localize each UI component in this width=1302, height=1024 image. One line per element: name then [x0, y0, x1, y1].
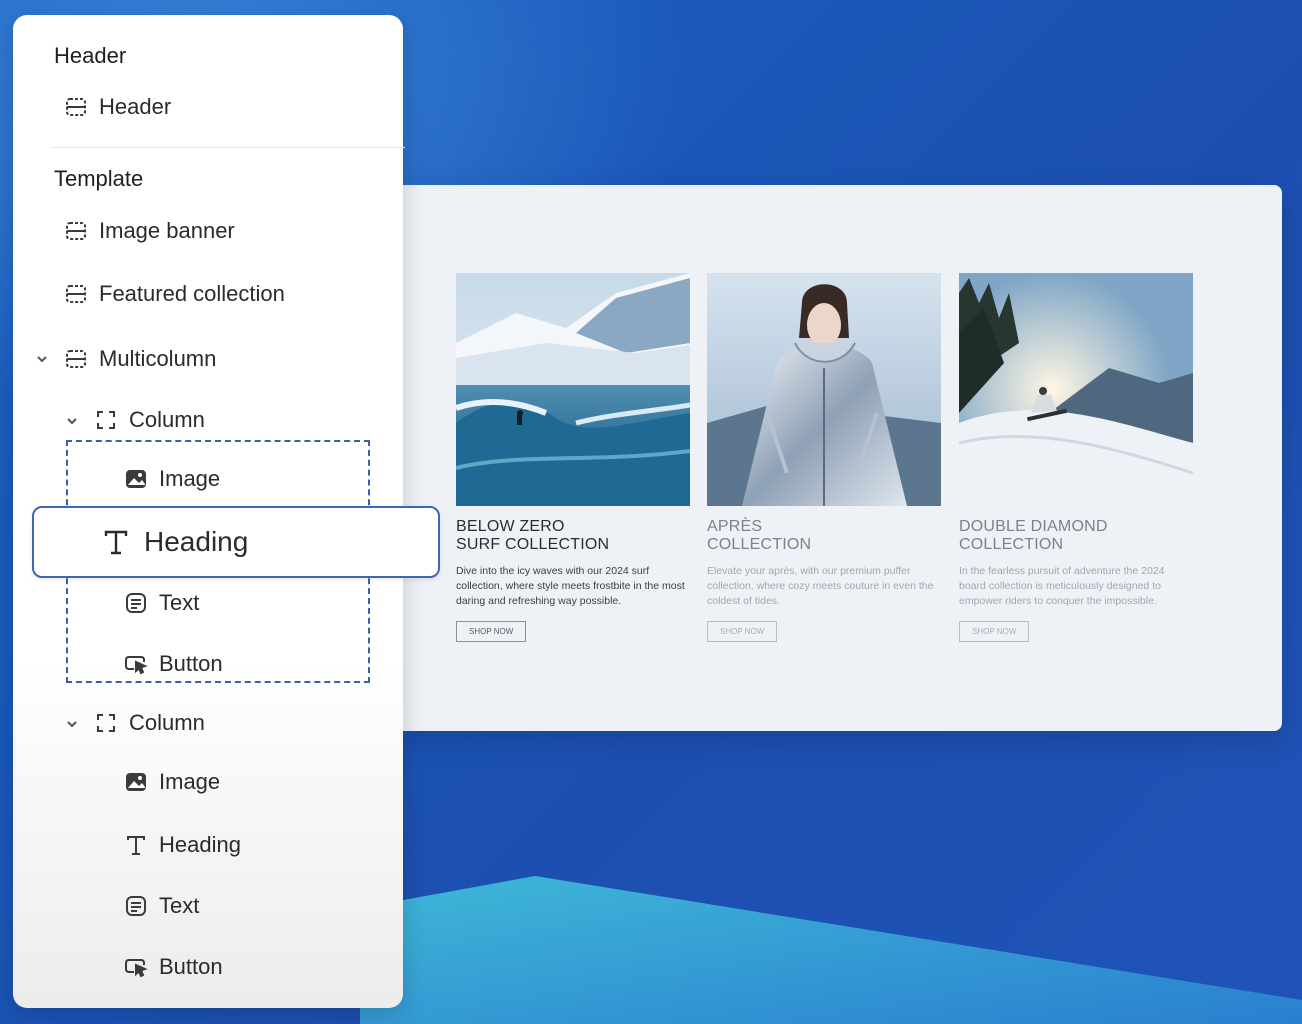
image-icon	[123, 769, 149, 795]
section-item-header[interactable]: Header	[63, 94, 171, 120]
text-t-icon	[100, 526, 132, 558]
block-image[interactable]: Image	[123, 769, 220, 795]
column-heading: DOUBLE DIAMOND COLLECTION	[959, 518, 1108, 553]
sections-sidebar: Header Header Template Image banner Feat…	[13, 15, 440, 1008]
shop-now-button[interactable]: SHOP NOW	[456, 621, 527, 642]
multicolumn-column-2: APRÈS COLLECTION Elevate your après, wit…	[707, 273, 943, 642]
column-icon	[93, 710, 119, 736]
chevron-down-icon[interactable]	[65, 414, 79, 431]
surf-image[interactable]	[456, 273, 690, 506]
section-item-multicolumn[interactable]: Multicolumn	[63, 346, 216, 372]
section-icon	[63, 218, 89, 244]
shop-now-button[interactable]: SHOP NOW	[707, 621, 778, 642]
block-label: Text	[159, 590, 200, 615]
section-item-label: Featured collection	[99, 281, 285, 306]
column-text: Dive into the icy waves with our 2024 su…	[456, 565, 685, 607]
block-label: Image	[159, 466, 221, 491]
section-icon	[63, 281, 89, 307]
section-item-label: Image banner	[99, 218, 235, 243]
template-section-title: Template	[54, 166, 144, 191]
block-column-2[interactable]: Column	[93, 710, 205, 736]
block-label: Column	[129, 710, 205, 735]
block-button[interactable]: Button	[123, 651, 223, 677]
block-label: Heading	[144, 526, 249, 557]
text-t-icon	[123, 832, 149, 858]
selected-block-heading[interactable]: Heading	[32, 506, 440, 578]
block-label: Button	[159, 651, 223, 676]
section-icon	[63, 94, 89, 120]
block-heading[interactable]: Heading	[123, 832, 241, 858]
puffer-image[interactable]	[707, 273, 941, 506]
header-section-title: Header	[54, 43, 127, 68]
multicolumn-column-3: DOUBLE DIAMOND COLLECTION In the fearles…	[959, 273, 1195, 642]
section-item-image-banner[interactable]: Image banner	[63, 218, 235, 244]
block-column-1[interactable]: Column	[93, 407, 205, 433]
column-heading: APRÈS COLLECTION	[707, 518, 812, 553]
section-item-featured-collection[interactable]: Featured collection	[63, 281, 285, 307]
column-text: Elevate your après, with our premium puf…	[707, 565, 934, 607]
block-label: Column	[129, 407, 205, 432]
multicolumn-column-1: BELOW ZERO SURF COLLECTION Dive into the…	[456, 273, 692, 642]
column-icon	[93, 407, 119, 433]
section-item-label: Header	[99, 94, 172, 119]
shop-now-button[interactable]: SHOP NOW	[959, 621, 1030, 642]
block-text[interactable]: Text	[123, 590, 199, 616]
column-text: In the fearless pursuit of adventure the…	[959, 565, 1165, 607]
button-cursor-icon	[123, 954, 149, 980]
preview-panel: BELOW ZERO SURF COLLECTION Dive into the…	[398, 185, 1282, 731]
chevron-down-icon[interactable]	[35, 352, 49, 369]
text-block-icon	[123, 590, 149, 616]
block-label: Heading	[159, 832, 241, 857]
block-text[interactable]: Text	[123, 893, 199, 919]
section-icon	[63, 346, 89, 372]
block-label: Button	[159, 954, 223, 979]
block-image[interactable]: Image	[123, 466, 220, 492]
image-icon	[123, 466, 149, 492]
button-cursor-icon	[123, 651, 149, 677]
column-heading: BELOW ZERO SURF COLLECTION	[456, 518, 610, 553]
block-label: Text	[159, 893, 200, 918]
block-heading[interactable]: Heading	[100, 526, 248, 558]
chevron-down-icon[interactable]	[65, 717, 79, 734]
snowboard-image[interactable]	[959, 273, 1193, 506]
section-item-label: Multicolumn	[99, 346, 217, 371]
block-label: Image	[159, 769, 221, 794]
text-block-icon	[123, 893, 149, 919]
divider	[51, 147, 405, 148]
block-button[interactable]: Button	[123, 954, 223, 980]
